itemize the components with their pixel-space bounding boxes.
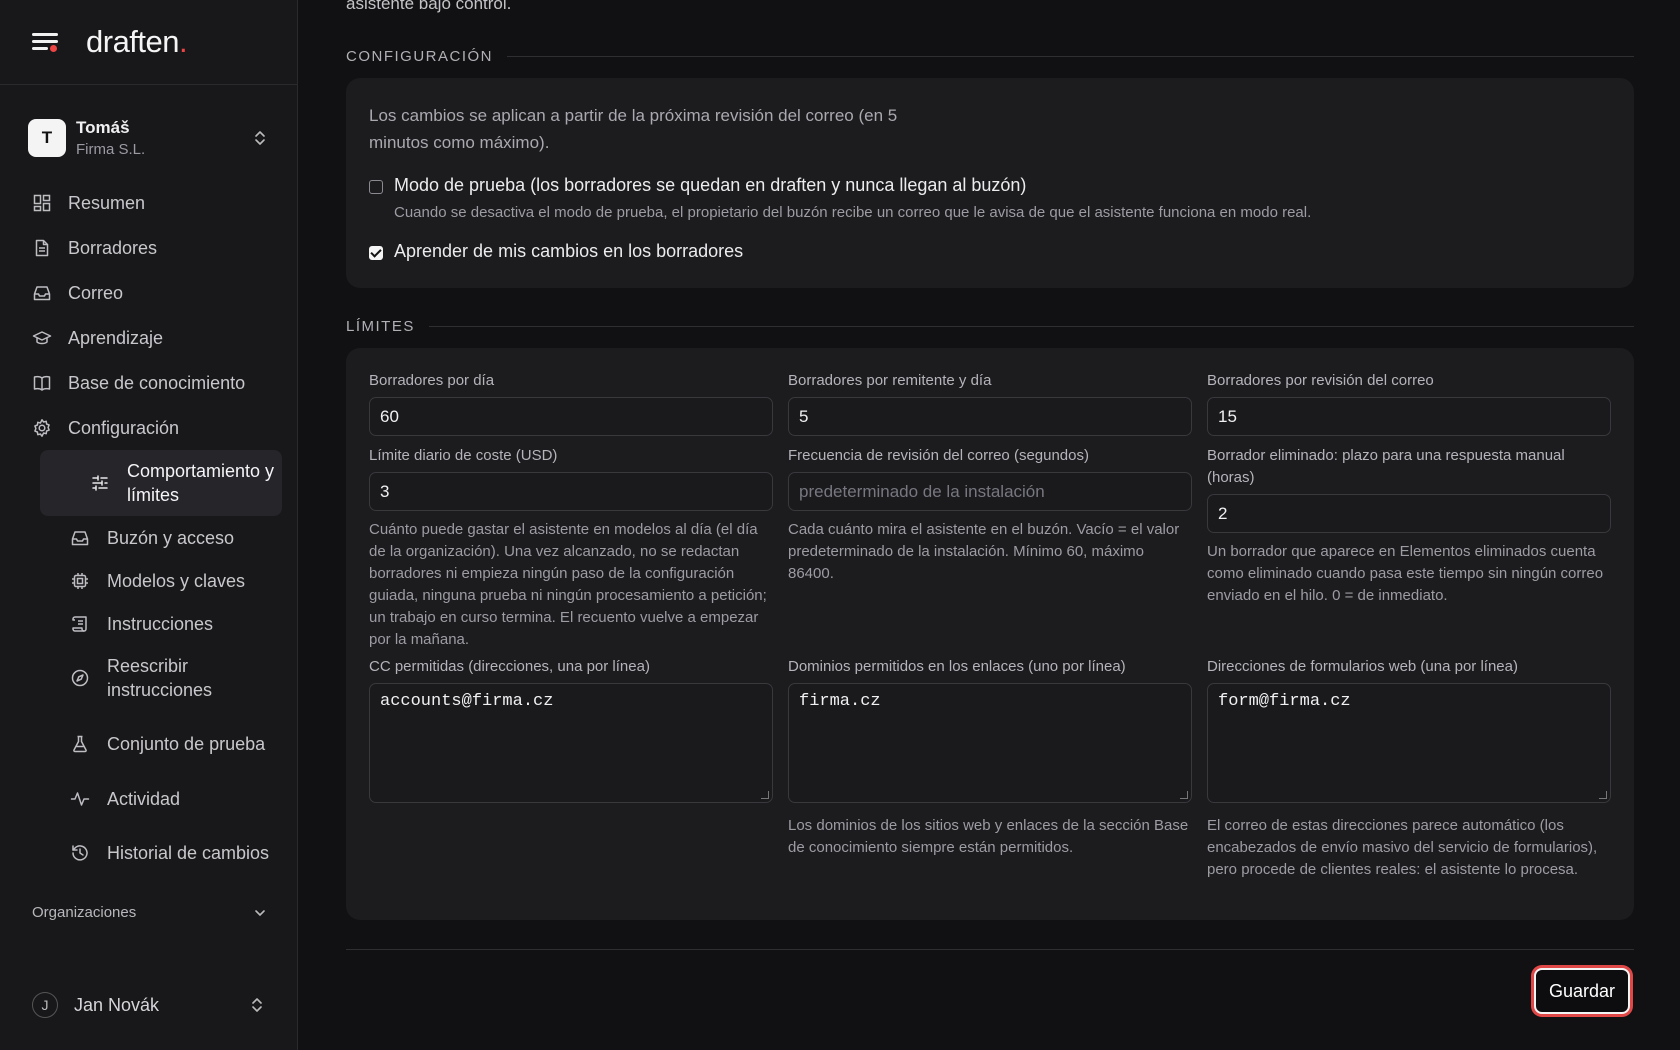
limits-card: Borradores por día 60 Borradores por rem… [346, 348, 1634, 920]
intro-text: asistente bajo control. [346, 0, 512, 13]
check-frequency-help: Cada cuánto mira el asistente en el buzó… [788, 521, 1180, 582]
graduation-cap-icon [32, 330, 52, 344]
learn-checkbox[interactable] [369, 246, 383, 260]
test-mode-checkbox[interactable] [369, 180, 383, 194]
drafts-per-check-field: Borradores por revisión del correo 15 [1207, 370, 1611, 436]
learn-label[interactable]: Aprender de mis cambios en los borradore… [394, 241, 743, 262]
check-frequency-input[interactable]: predeterminado de la instalación [788, 472, 1192, 511]
web-forms-textarea[interactable]: form@firma.cz [1207, 683, 1611, 803]
config-subnav: Comportamiento y límites Buzón y acceso … [20, 450, 282, 886]
user-name: Jan Novák [74, 994, 160, 1015]
nav-item-resumen[interactable]: Resumen [20, 180, 282, 225]
grid-icon [33, 194, 51, 211]
inbox-icon [33, 285, 51, 300]
document-icon [35, 239, 49, 256]
test-mode-row: Modo de prueba (los borradores se quedan… [369, 175, 1311, 221]
chevron-updown-icon [252, 998, 262, 1012]
inbox-icon [71, 530, 89, 545]
sidebar: draften. T Tomáš Firma S.L. Resumen Borr… [0, 0, 298, 1050]
allowed-cc-textarea[interactable]: accounts@firma.cz [369, 683, 773, 803]
section-heading-limites: LÍMITES [346, 318, 1634, 335]
subnav-item-conjunto-de-prueba[interactable]: Conjunto de prueba [70, 711, 282, 777]
menu-icon[interactable] [32, 31, 60, 53]
daily-cost-input[interactable]: 3 [369, 472, 773, 511]
user-avatar: J [32, 992, 58, 1018]
activity-icon [70, 791, 90, 806]
chevron-down-icon [255, 909, 265, 916]
subnav-item-historial-de-cambios[interactable]: Historial de cambios [70, 820, 282, 886]
web-forms-help: El correo de estas direcciones parece au… [1207, 817, 1598, 878]
account-name: Tomáš [76, 118, 130, 137]
history-icon [72, 845, 88, 861]
subnav-item-actividad[interactable]: Actividad [70, 777, 282, 820]
daily-cost-help: Cuánto puede gastar el asistente en mode… [369, 521, 767, 648]
drafts-per-day-input[interactable]: 60 [369, 397, 773, 436]
organizations-toggle[interactable]: Organizaciones [32, 904, 267, 921]
config-card: Los cambios se aplican a partir de la pr… [346, 78, 1634, 288]
daily-cost-field: Límite diario de coste (USD) 3 Cuánto pu… [369, 445, 773, 651]
main-content: asistente bajo control. CONFIGURACIÓN Lo… [346, 0, 1634, 1050]
deleted-draft-field: Borrador eliminado: plazo para una respu… [1207, 445, 1611, 607]
allowed-domains-field: Dominios permitidos en los enlaces (uno … [788, 656, 1192, 859]
resize-handle[interactable] [1599, 791, 1607, 799]
drafts-per-sender-field: Borradores por remitente y día 5 [788, 370, 1192, 436]
check-frequency-field: Frecuencia de revisión del correo (segun… [788, 445, 1192, 585]
compass-icon [71, 669, 89, 687]
account-switcher[interactable]: T Tomáš Firma S.L. [20, 110, 282, 166]
logo[interactable]: draften. [86, 24, 188, 60]
resize-handle[interactable] [1180, 791, 1188, 799]
nav-item-base-de-conocimiento[interactable]: Base de conocimiento [20, 360, 282, 405]
footer-divider [346, 949, 1634, 950]
sliders-icon [92, 475, 108, 491]
organizations-label: Organizaciones [32, 904, 137, 921]
subnav-item-reescribir-instrucciones[interactable]: Reescribir instrucciones [70, 645, 282, 711]
book-icon [33, 375, 51, 391]
nav-item-correo[interactable]: Correo [20, 270, 282, 315]
drafts-per-sender-input[interactable]: 5 [788, 397, 1192, 436]
brand-bar: draften. [0, 0, 297, 85]
main-nav: Resumen Borradores Correo Aprendizaje Ba… [20, 180, 282, 886]
nav-item-configuracion[interactable]: Configuración [20, 405, 282, 450]
flask-icon [73, 735, 87, 753]
user-menu[interactable]: J Jan Novák [32, 992, 267, 1018]
allowed-domains-textarea[interactable]: firma.cz [788, 683, 1192, 803]
nav-item-aprendizaje[interactable]: Aprendizaje [20, 315, 282, 360]
scroll-icon [72, 615, 87, 632]
deleted-draft-input[interactable]: 2 [1207, 494, 1611, 533]
resize-handle[interactable] [761, 791, 769, 799]
chevron-updown-icon [255, 131, 265, 145]
subnav-item-buzon-y-acceso[interactable]: Buzón y acceso [70, 516, 282, 559]
save-button[interactable]: Guardar [1534, 968, 1630, 1014]
test-mode-help: Cuando se desactiva el modo de prueba, e… [394, 204, 1312, 221]
subnav-item-instrucciones[interactable]: Instrucciones [70, 602, 282, 645]
config-description: Los cambios se aplican a partir de la pr… [369, 106, 898, 152]
subnav-item-modelos-y-claves[interactable]: Modelos y claves [70, 559, 282, 602]
chip-icon [72, 572, 88, 589]
drafts-per-day-field: Borradores por día 60 [369, 370, 773, 436]
subnav-item-comportamiento-y-limites[interactable]: Comportamiento y límites [40, 450, 282, 516]
allowed-cc-field: CC permitidas (direcciones, una por líne… [369, 656, 773, 803]
allowed-domains-help: Los dominios de los sitios web y enlaces… [788, 817, 1189, 856]
gear-icon [34, 418, 50, 437]
web-forms-field: Direcciones de formularios web (una por … [1207, 656, 1611, 881]
drafts-per-check-input[interactable]: 15 [1207, 397, 1611, 436]
section-heading-configuracion: CONFIGURACIÓN [346, 48, 1634, 65]
learn-row: Aprender de mis cambios en los borradore… [369, 241, 743, 262]
nav-item-borradores[interactable]: Borradores [20, 225, 282, 270]
account-org: Firma S.L. [76, 141, 146, 158]
test-mode-label[interactable]: Modo de prueba (los borradores se quedan… [394, 175, 1311, 196]
deleted-draft-help: Un borrador que aparece en Elementos eli… [1207, 543, 1604, 604]
account-avatar: T [28, 119, 66, 157]
